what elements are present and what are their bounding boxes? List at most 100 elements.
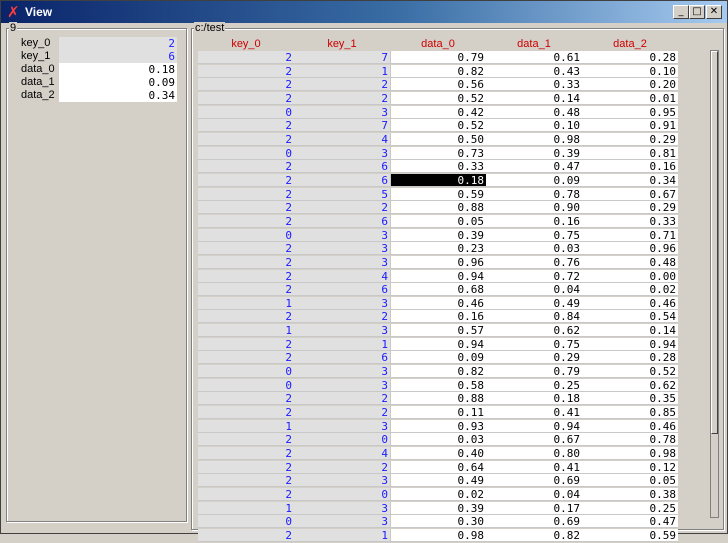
table-cell-data_2[interactable]: 0.71	[582, 228, 678, 242]
table-cell-data_1[interactable]: 0.18	[486, 392, 582, 406]
table-cell-key_1[interactable]: 3	[294, 365, 390, 379]
table-cell-data_1[interactable]: 0.25	[486, 378, 582, 392]
table-row[interactable]: 2 2 0.64 0.41 0.12	[198, 460, 678, 475]
table-cell-data_0[interactable]: 0.68	[390, 283, 486, 297]
table-cell-key_0[interactable]: 2	[198, 351, 294, 365]
scrollbar-thumb[interactable]	[711, 51, 718, 434]
table-cell-key_0[interactable]: 1	[198, 324, 294, 338]
table-cell-data_2[interactable]: 0.20	[582, 78, 678, 92]
table-cell-data_1[interactable]: 0.67	[486, 433, 582, 447]
table-row[interactable]: 2 2 0.88 0.90 0.29	[198, 201, 678, 215]
table-cell-key_1[interactable]: 7	[294, 51, 390, 64]
column-header-key_0[interactable]: key_0	[198, 37, 294, 51]
table-cell-data_0[interactable]: 0.88	[390, 201, 486, 215]
table-row[interactable]: 2 6 0.33 0.47 0.16	[198, 160, 678, 174]
table-cell-key_1[interactable]: 1	[294, 64, 390, 78]
table-cell-data_2[interactable]: 0.29	[582, 132, 678, 146]
table-row[interactable]: 2 1 0.94 0.75 0.94	[198, 337, 678, 352]
table-cell-key_1[interactable]: 3	[294, 501, 390, 515]
table-row[interactable]: 0 3 0.39 0.75 0.71	[198, 228, 678, 243]
table-cell-key_0[interactable]: 2	[198, 406, 294, 420]
table-row[interactable]: 2 3 0.96 0.76 0.48	[198, 255, 678, 270]
table-cell-data_1[interactable]: 0.10	[486, 119, 582, 133]
table-cell-key_0[interactable]: 0	[198, 515, 294, 529]
table-cell-data_2[interactable]: 0.46	[582, 419, 678, 433]
table-cell-data_2[interactable]: 0.81	[582, 146, 678, 160]
table-cell-data_0[interactable]: 0.82	[390, 64, 486, 78]
table-cell-key_1[interactable]: 3	[294, 378, 390, 392]
table-cell-key_0[interactable]: 2	[198, 160, 294, 174]
table-cell-data_2[interactable]: 0.62	[582, 378, 678, 392]
table-cell-data_0[interactable]: 0.79	[390, 51, 486, 64]
table-cell-data_1[interactable]: 0.04	[486, 488, 582, 501]
table-cell-data_0[interactable]: 0.02	[390, 488, 486, 501]
table-row[interactable]: 1 3 0.46 0.49 0.46	[198, 296, 678, 311]
table-cell-key_0[interactable]: 2	[198, 132, 294, 146]
table-cell-data_0[interactable]: 0.57	[390, 324, 486, 338]
table-cell-data_0[interactable]: 0.39	[390, 501, 486, 515]
table-cell-key_1[interactable]: 4	[294, 132, 390, 146]
table-cell-data_2[interactable]: 0.98	[582, 447, 678, 461]
table-cell-data_2[interactable]: 0.02	[582, 283, 678, 297]
table-cell-data_0[interactable]: 0.46	[390, 296, 486, 310]
property-value[interactable]: 2	[59, 37, 177, 50]
table-cell-data_1[interactable]: 0.16	[486, 214, 582, 228]
vertical-scrollbar[interactable]	[710, 50, 719, 518]
table-cell-data_1[interactable]: 0.94	[486, 419, 582, 433]
table-cell-key_1[interactable]: 3	[294, 242, 390, 256]
table-cell-data_2[interactable]: 0.94	[582, 337, 678, 351]
table-cell-key_0[interactable]: 1	[198, 501, 294, 515]
table-cell-key_1[interactable]: 2	[294, 406, 390, 420]
table-cell-key_0[interactable]: 2	[198, 78, 294, 92]
table-cell-data_1[interactable]: 0.17	[486, 501, 582, 515]
table-cell-data_2[interactable]: 0.78	[582, 433, 678, 447]
table-row[interactable]: 2 4 0.40 0.80 0.98	[198, 447, 678, 461]
table-row[interactable]: 2 7 0.52 0.10 0.91	[198, 119, 678, 133]
column-header-data_0[interactable]: data_0	[390, 37, 486, 51]
table-cell-data_2[interactable]: 0.52	[582, 365, 678, 379]
table-cell-data_2[interactable]: 0.91	[582, 119, 678, 133]
table-cell-key_1[interactable]: 2	[294, 91, 390, 105]
table-cell-data_2[interactable]: 0.10	[582, 64, 678, 78]
table-cell-key_0[interactable]: 0	[198, 378, 294, 392]
table-cell-key_0[interactable]: 1	[198, 296, 294, 310]
table-cell-data_2[interactable]: 0.29	[582, 201, 678, 215]
table-cell-key_0[interactable]: 2	[198, 447, 294, 461]
table-row[interactable]: 2 4 0.50 0.98 0.29	[198, 132, 678, 147]
table-cell-data_0[interactable]: 0.18	[390, 173, 486, 187]
table-cell-data_1[interactable]: 0.98	[486, 132, 582, 146]
table-cell-data_2[interactable]: 0.01	[582, 91, 678, 105]
table-row[interactable]: 2 3 0.23 0.03 0.96	[198, 242, 678, 256]
table-cell-data_2[interactable]: 0.48	[582, 255, 678, 269]
table-cell-data_2[interactable]: 0.16	[582, 160, 678, 174]
table-cell-data_0[interactable]: 0.09	[390, 351, 486, 365]
table-cell-data_0[interactable]: 0.94	[390, 269, 486, 283]
table-cell-data_2[interactable]: 0.59	[582, 528, 678, 542]
table-cell-data_1[interactable]: 0.69	[486, 474, 582, 488]
table-cell-data_0[interactable]: 0.73	[390, 146, 486, 160]
table-cell-data_1[interactable]: 0.43	[486, 64, 582, 78]
table-cell-key_0[interactable]: 2	[198, 433, 294, 447]
maximize-button[interactable]: □	[689, 5, 705, 19]
table-cell-data_2[interactable]: 0.05	[582, 474, 678, 488]
title-bar[interactable]: ✗ View _ □ ✕	[1, 1, 727, 23]
table-row[interactable]: 2 3 0.49 0.69 0.05	[198, 474, 678, 488]
table-cell-key_0[interactable]: 2	[198, 64, 294, 78]
table-row[interactable]: 2 6 0.18 0.09 0.34	[198, 173, 678, 188]
table-cell-data_1[interactable]: 0.61	[486, 51, 582, 64]
table-cell-key_1[interactable]: 6	[294, 283, 390, 297]
table-cell-data_1[interactable]: 0.33	[486, 78, 582, 92]
table-cell-data_2[interactable]: 0.12	[582, 460, 678, 474]
table-cell-key_1[interactable]: 6	[294, 214, 390, 228]
table-cell-key_0[interactable]: 2	[198, 91, 294, 105]
table-cell-data_2[interactable]: 0.96	[582, 242, 678, 256]
table-cell-data_2[interactable]: 0.85	[582, 406, 678, 420]
table-cell-key_1[interactable]: 2	[294, 78, 390, 92]
table-row[interactable]: 2 1 0.98 0.82 0.59	[198, 528, 678, 543]
table-cell-data_2[interactable]: 0.00	[582, 269, 678, 283]
column-header-data_2[interactable]: data_2	[582, 37, 678, 51]
table-cell-key_1[interactable]: 3	[294, 146, 390, 160]
column-header-data_1[interactable]: data_1	[486, 37, 582, 51]
table-cell-data_1[interactable]: 0.82	[486, 528, 582, 542]
table-cell-data_2[interactable]: 0.47	[582, 515, 678, 529]
